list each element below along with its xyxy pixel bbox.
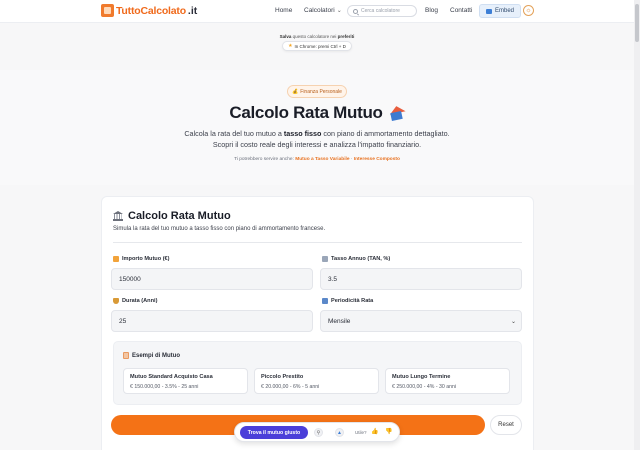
- bookmark-shortcut-pill: ★ In Chrome: premi Ctrl + D: [282, 41, 352, 51]
- money-icon: [113, 256, 119, 262]
- card-title: Calcolo Rata Mutuo: [128, 210, 231, 222]
- example-detail: € 20.000,00 - 6% - 5 anni: [261, 384, 320, 390]
- periodicita-label-text: Periodicità Rata: [331, 298, 374, 304]
- subtitle-part-2: con piano di ammortamento dettagliato.: [321, 129, 450, 138]
- share-button[interactable]: ▲: [335, 428, 344, 437]
- importo-label-text: Importo Mutuo (€): [122, 256, 170, 262]
- nav-calcolatori-label: Calcolatori: [304, 7, 335, 14]
- link-button[interactable]: ⚲: [314, 428, 323, 437]
- example-card-lungo[interactable]: Mutuo Lungo Termine € 250.000,00 - 4% - …: [385, 368, 510, 394]
- money-bag-icon: 💰: [292, 88, 299, 95]
- search-icon: [353, 8, 358, 14]
- logo-calculator-icon: [101, 4, 114, 17]
- embed-label: Embed: [494, 8, 514, 14]
- tasso-label: Tasso Annuo (TAN, %): [322, 256, 390, 262]
- example-name: Piccolo Prestito: [261, 374, 304, 380]
- share-icon: ▲: [337, 429, 342, 436]
- example-name: Mutuo Standard Acquisto Casa: [130, 374, 213, 380]
- find-mortgage-button[interactable]: Trova il mutuo giusto: [240, 426, 308, 439]
- importo-input[interactable]: 150000: [111, 268, 313, 290]
- site-logo[interactable]: TuttoCalcolato .it: [101, 4, 197, 17]
- document-icon: [123, 352, 129, 359]
- chart-icon: [322, 256, 328, 262]
- example-card-standard[interactable]: Mutuo Standard Acquisto Casa € 150.000,0…: [123, 368, 248, 394]
- nav-contatti[interactable]: Contatti: [450, 7, 472, 14]
- nav-blog[interactable]: Blog: [425, 7, 438, 14]
- nav-home[interactable]: Home: [275, 7, 292, 14]
- save-hint: Salva questo calcolatore nei preferiti: [0, 34, 634, 39]
- embed-icon: [485, 8, 492, 14]
- thumbs-down-icon[interactable]: 👎: [385, 428, 392, 435]
- periodicita-select[interactable]: Mensile ⌄: [320, 310, 522, 332]
- related-link-interesse-composto[interactable]: Interesse Composto: [354, 157, 400, 162]
- importo-value: 150000: [119, 275, 141, 283]
- durata-value: 25: [119, 317, 127, 325]
- subtitle-strong: tasso fisso: [283, 129, 322, 138]
- tasso-label-text: Tasso Annuo (TAN, %): [331, 256, 391, 262]
- logo-text: TuttoCalcolato: [116, 4, 186, 17]
- theme-toggle-button[interactable]: ☼: [523, 5, 534, 16]
- card-divider: [113, 242, 522, 243]
- bank-icon: [113, 211, 123, 221]
- durata-label-text: Durata (Anni): [122, 298, 158, 304]
- page-scrollbar[interactable]: [634, 0, 640, 450]
- periodicita-label: Periodicità Rata: [322, 298, 373, 304]
- house-icon: [388, 103, 406, 122]
- search-input[interactable]: [361, 8, 415, 14]
- example-detail: € 150.000,00 - 3.5% - 25 anni: [130, 384, 199, 390]
- related-prefix: Ti potrebbero servire anche:: [234, 157, 294, 162]
- reset-label: Reset: [498, 422, 514, 428]
- find-mortgage-label: Trova il mutuo giusto: [247, 429, 301, 436]
- related-link-mutuo-variabile[interactable]: Mutuo a Tasso Variabile: [295, 157, 349, 162]
- example-name: Mutuo Lungo Termine: [392, 374, 451, 380]
- save-hint-strong: preferiti: [337, 34, 355, 39]
- durata-input[interactable]: 25: [111, 310, 313, 332]
- examples-title: Esempi di Mutuo: [123, 352, 180, 359]
- scrollbar-thumb[interactable]: [635, 4, 639, 42]
- star-icon: ★: [288, 43, 293, 49]
- tasso-input[interactable]: 3.5: [320, 268, 522, 290]
- thumbs-up-icon[interactable]: 👍: [371, 428, 378, 435]
- related-calculators: Ti potrebbero servire anche: Mutuo a Tas…: [0, 157, 634, 162]
- save-hint-middle: questo calcolatore nei: [291, 34, 338, 39]
- tasso-value: 3.5: [328, 275, 338, 283]
- periodicita-value: Mensile: [328, 317, 351, 325]
- embed-button[interactable]: Embed: [479, 4, 521, 18]
- subtitle-part-1: Calcola la rata del tuo mutuo a: [184, 129, 284, 138]
- chevron-down-icon: ⌄: [510, 319, 516, 325]
- card-description: Simula la rata del tuo mutuo a tasso fis…: [113, 226, 326, 232]
- example-card-piccolo[interactable]: Piccolo Prestito € 20.000,00 - 6% - 5 an…: [254, 368, 379, 394]
- hourglass-icon: [113, 298, 119, 304]
- reset-button[interactable]: Reset: [490, 415, 522, 435]
- example-detail: € 250.000,00 - 4% - 30 anni: [392, 384, 457, 390]
- save-hint-prefix: Salva: [279, 34, 292, 39]
- sun-icon: ☼: [525, 7, 532, 14]
- page-subtitle: Calcola la rata del tuo mutuo a tasso fi…: [0, 128, 634, 150]
- category-badge-label: Finanza Personale: [300, 88, 342, 95]
- importo-label: Importo Mutuo (€): [113, 256, 170, 262]
- logo-tld: .it: [187, 4, 198, 17]
- category-badge: 💰 Finanza Personale: [287, 85, 347, 98]
- examples-title-text: Esempi di Mutuo: [132, 352, 180, 359]
- nav-calcolatori[interactable]: Calcolatori ⌄: [304, 7, 342, 14]
- feedback-label: Utile?: [355, 430, 367, 435]
- search-box[interactable]: [347, 5, 417, 17]
- page-title: Calcolo Rata Mutuo: [229, 103, 383, 122]
- durata-label: Durata (Anni): [113, 298, 157, 304]
- card-header: Calcolo Rata Mutuo: [113, 210, 231, 222]
- link-icon: ⚲: [316, 429, 321, 436]
- site-header: TuttoCalcolato.it Home Calcolatori ⌄ Blo…: [0, 0, 640, 23]
- subtitle-line-2: Scopri il costo reale degli interessi e …: [212, 140, 422, 149]
- bookmark-shortcut-text: In Chrome: premi Ctrl + D: [294, 43, 346, 49]
- page-title-wrap: Calcolo Rata Mutuo: [0, 103, 634, 123]
- chevron-down-icon: ⌄: [336, 8, 342, 14]
- calendar-icon: [322, 298, 328, 304]
